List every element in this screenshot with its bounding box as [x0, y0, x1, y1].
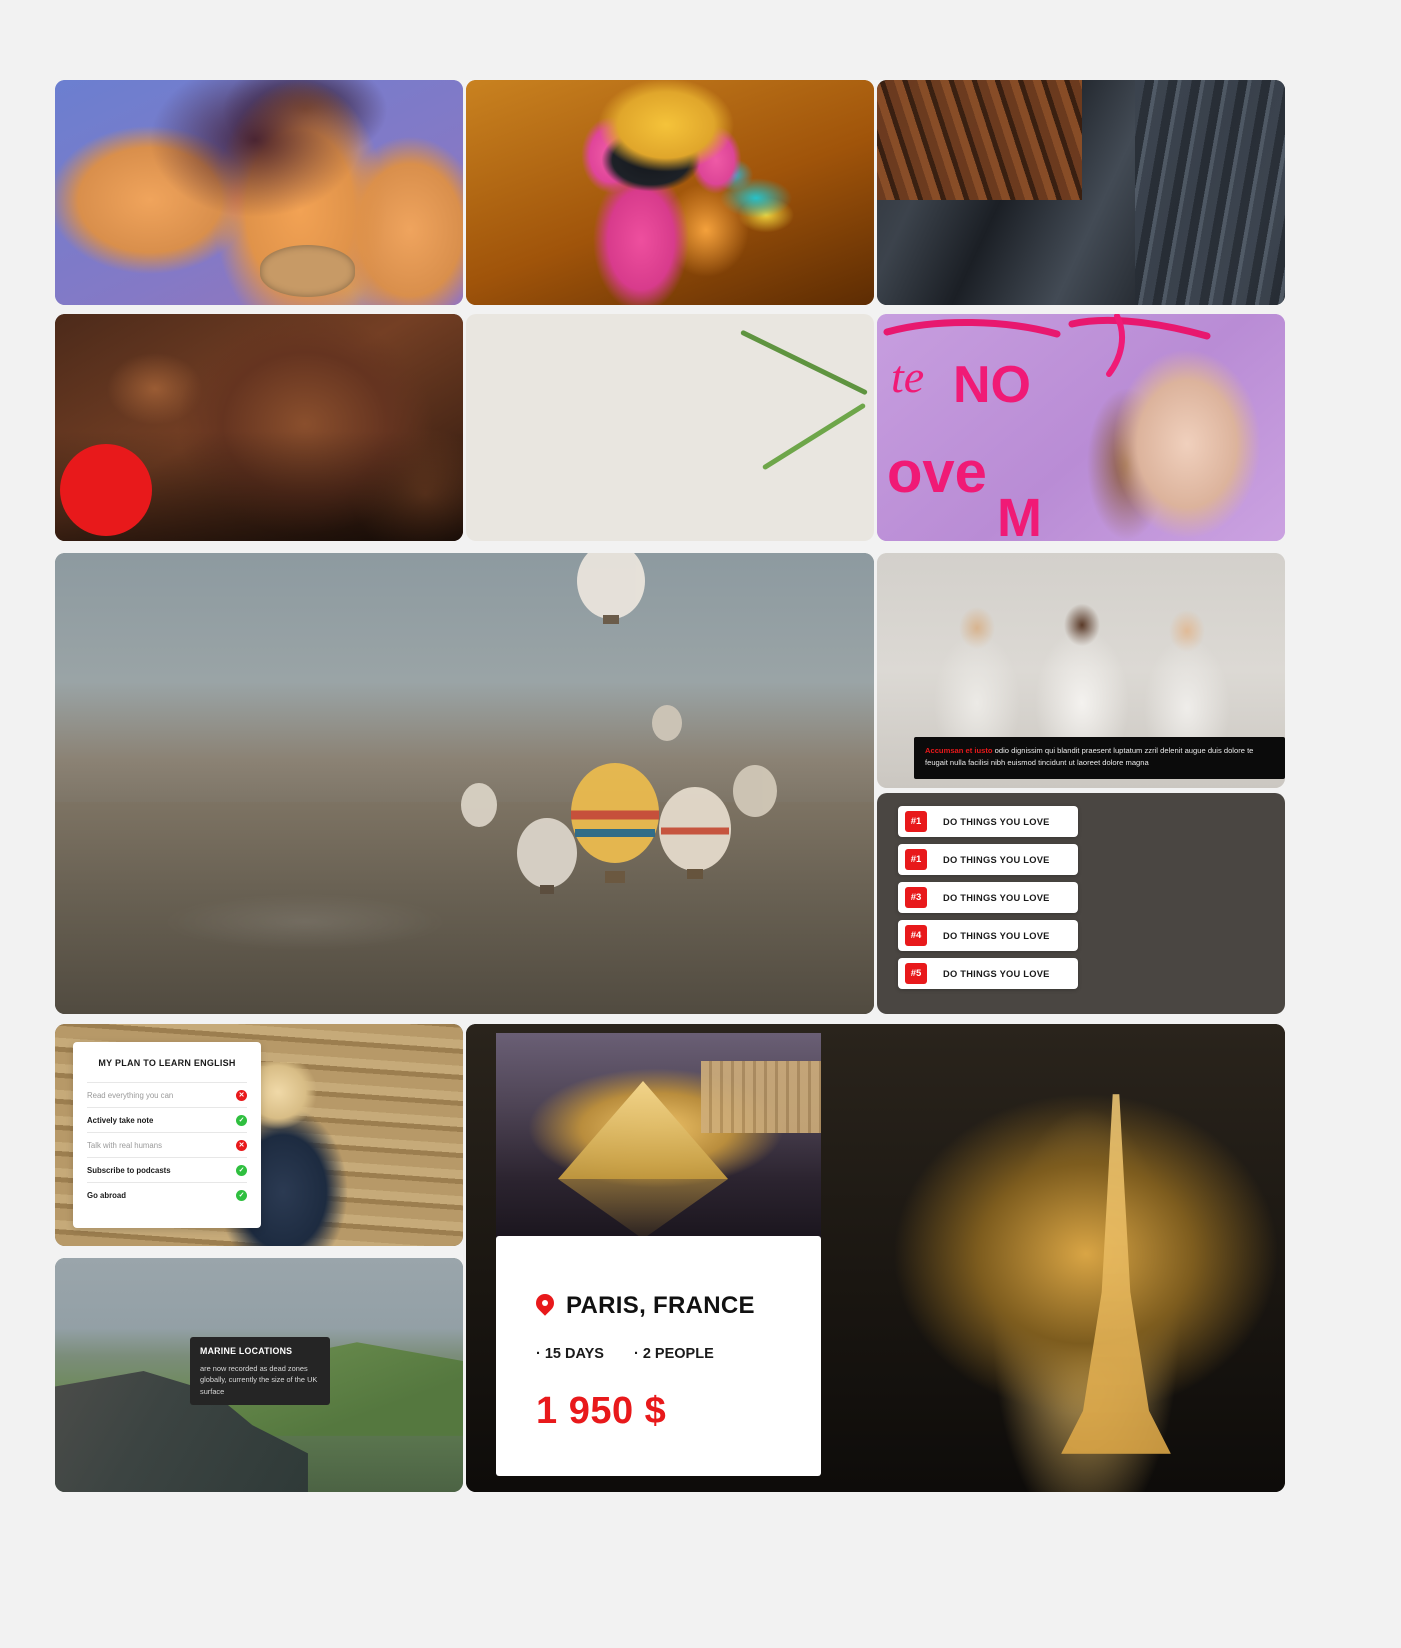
plan-row[interactable]: Actively take note ✓ — [87, 1107, 247, 1132]
plan-row-label: Go abroad — [87, 1190, 126, 1200]
list-item-label: DO THINGS YOU LOVE — [943, 892, 1050, 903]
photo-wood-panels — [877, 80, 1082, 200]
paris-days: · 15 DAYS — [536, 1346, 604, 1362]
card-meaning-portrait[interactable]: Meaning Lorem ipsum dolor sit amet nonum… — [55, 80, 463, 305]
card-meaning-accumsan[interactable]: Meaning Accumsan et iusto odio dignissim… — [466, 80, 874, 305]
list-item-number: #3 — [905, 887, 927, 908]
black-caption-strip: Accumsan et iusto odio dignissim qui bla… — [914, 737, 1285, 779]
cross-icon: ✕ — [236, 1139, 247, 1151]
love-list: #1 DO THINGS YOU LOVE #1 DO THINGS YOU L… — [898, 806, 1078, 996]
graffiti-scribble: te NO ove M — [883, 314, 1211, 541]
svg-text:ove: ove — [887, 440, 987, 505]
list-item[interactable]: #5 DO THINGS YOU LOVE — [898, 958, 1078, 989]
list-item-label: DO THINGS YOU LOVE — [943, 854, 1050, 865]
paris-location-row: PARIS, FRANCE — [536, 1292, 781, 1320]
svg-text:M: M — [997, 488, 1042, 541]
slide-gallery: Meaning Lorem ipsum dolor sit amet nonum… — [0, 0, 1401, 1648]
paris-city-name: PARIS, FRANCE — [566, 1292, 755, 1319]
card-ullamcorper-eye[interactable]: Ullamcorper suscipit Lorem ipsum dolor s… — [55, 314, 463, 541]
paris-meta-row: · 15 DAYS · 2 PEOPLE — [536, 1346, 781, 1362]
red-circle-accent — [60, 444, 152, 536]
card-cappadocia-balloons[interactable]: DID YOU KNOW? CAPPADOCIA The earliest re… — [55, 553, 874, 1014]
plan-row[interactable]: Subscribe to podcasts ✓ — [87, 1157, 247, 1182]
paris-offer-panel: PARIS, FRANCE · 15 DAYS · 2 PEOPLE 1 950… — [496, 1236, 821, 1476]
paris-people: · 2 PEOPLE — [633, 1346, 714, 1362]
marine-body: are now recorded as dead zones globally,… — [200, 1364, 318, 1396]
list-item-number: #1 — [905, 849, 927, 870]
list-item[interactable]: #1 DO THINGS YOU LOVE — [898, 844, 1078, 875]
card-architecture[interactable]: ARCHITECTURE Modern Paris owes much of i… — [877, 80, 1285, 305]
list-item-label: DO THINGS YOU LOVE — [943, 930, 1050, 941]
plan-row-label: Actively take note — [87, 1115, 154, 1125]
check-icon: ✓ — [236, 1114, 247, 1126]
list-item-number: #1 — [905, 811, 927, 832]
plan-row-label: Talk with real humans — [87, 1140, 162, 1150]
location-pin-icon — [536, 1294, 554, 1318]
marine-caption-card: MARINE LOCATIONS are now recorded as dea… — [190, 1337, 330, 1405]
plan-row-label: Subscribe to podcasts — [87, 1165, 171, 1175]
card-ullamcorper-lobortis[interactable]: Ullamcorper suscipit / lobortis Lorem ip… — [466, 314, 874, 541]
list-item-number: #4 — [905, 925, 927, 946]
list-item-number: #5 — [905, 963, 927, 984]
photo-neon-dancer — [466, 80, 874, 305]
list-item-label: DO THINGS YOU LOVE — [943, 968, 1050, 979]
card-ullamcorper-graffiti[interactable]: te NO ove M Ullamcorper suscipit Lorem i… — [877, 314, 1285, 541]
list-item-label: DO THINGS YOU LOVE — [943, 816, 1050, 827]
paris-price: 1 950 $ — [536, 1390, 667, 1432]
svg-text:te: te — [891, 351, 924, 402]
list-item[interactable]: #3 DO THINGS YOU LOVE — [898, 882, 1078, 913]
plan-row[interactable]: Read everything you can ✕ — [87, 1082, 247, 1107]
plan-row[interactable]: Go abroad ✓ — [87, 1182, 247, 1207]
plan-title: MY PLAN TO LEARN ENGLISH — [98, 1058, 236, 1068]
check-icon: ✓ — [236, 1164, 247, 1176]
headphones-shape — [260, 245, 355, 297]
svg-text:NO: NO — [953, 356, 1031, 414]
blackstrip-lead: Accumsan et iusto — [925, 746, 993, 755]
photo-woman-orange-light — [55, 80, 463, 305]
list-item[interactable]: #4 DO THINGS YOU LOVE — [898, 920, 1078, 951]
plan-row-label: Read everything you can — [87, 1090, 174, 1100]
english-plan-card: MY PLAN TO LEARN ENGLISH Read everything… — [73, 1042, 261, 1228]
photo-man-with-flowers — [466, 314, 874, 541]
photo-glass-tower — [1135, 80, 1285, 305]
plan-row[interactable]: Talk with real humans ✕ — [87, 1132, 247, 1157]
list-item[interactable]: #1 DO THINGS YOU LOVE — [898, 806, 1078, 837]
louvre-building — [701, 1061, 821, 1133]
cross-icon: ✕ — [236, 1089, 247, 1101]
marine-title: MARINE LOCATIONS — [200, 1346, 293, 1356]
hot-air-balloons — [461, 553, 777, 894]
pyramid-reflection — [558, 1179, 728, 1239]
photo-louvre-pyramid — [496, 1033, 821, 1241]
check-icon: ✓ — [236, 1189, 247, 1201]
